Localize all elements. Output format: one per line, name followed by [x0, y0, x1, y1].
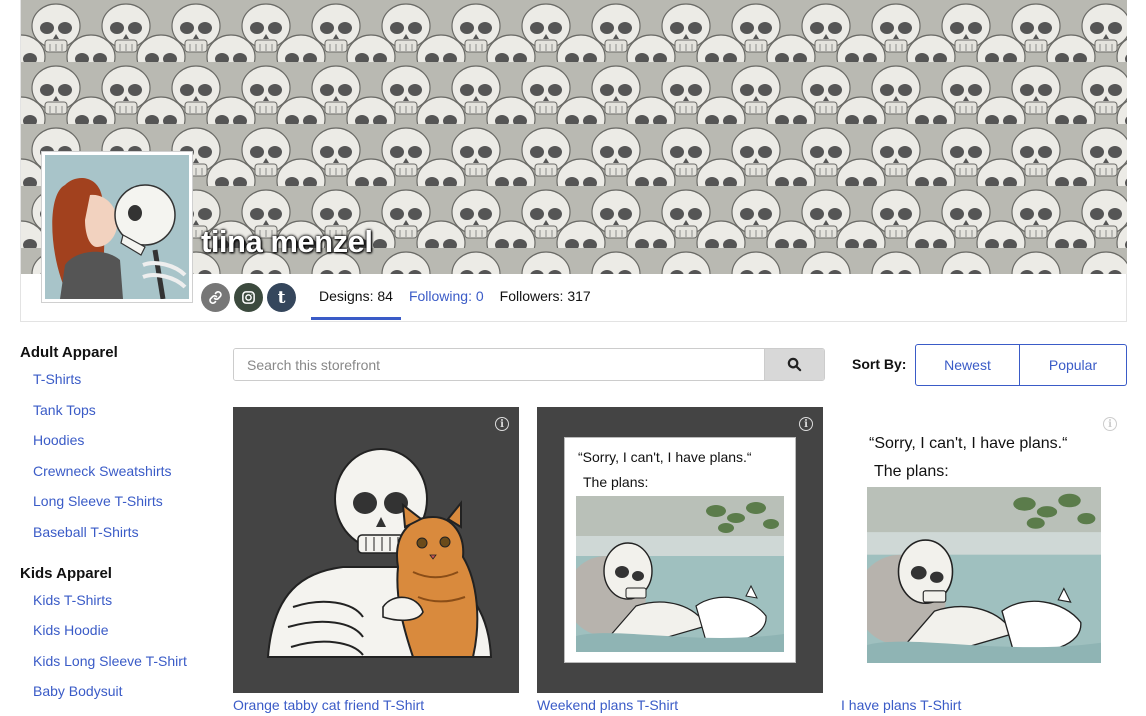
- sidebar-item-hoodies[interactable]: Hoodies: [20, 430, 210, 461]
- product-image[interactable]: “Sorry, I can't, I have plans.“ The plan…: [537, 407, 823, 693]
- tumblr-icon[interactable]: t: [267, 283, 296, 312]
- sidebar-item-baseball-t-shirts[interactable]: Baseball T-Shirts: [20, 522, 210, 553]
- meme-caption-line-2: The plans:: [874, 463, 949, 480]
- adult-apparel-heading: Adult Apparel: [20, 344, 118, 361]
- store-avatar: [42, 152, 192, 302]
- storefront-search: [233, 348, 825, 381]
- product-title[interactable]: I have plans T-Shirt: [841, 697, 1127, 713]
- product-card: “Sorry, I can't, I have plans.“ The plan…: [537, 407, 823, 713]
- search-icon: [787, 357, 802, 372]
- product-title[interactable]: Weekend plans T-Shirt: [537, 697, 823, 713]
- sidebar-item-kids-t-shirts[interactable]: Kids T-Shirts: [20, 590, 210, 621]
- sort-newest-button[interactable]: Newest: [915, 344, 1020, 386]
- category-sidebar: Adult Apparel T-Shirts Tank Tops Hoodies…: [20, 344, 210, 716]
- instagram-icon[interactable]: [234, 283, 263, 312]
- meme-illustration: [576, 496, 784, 652]
- sidebar-item-kids-hoodie[interactable]: Kids Hoodie: [20, 620, 210, 651]
- product-image[interactable]: “Sorry, I can't, I have plans.“ The plan…: [841, 407, 1127, 693]
- sort-by-label: Sort By:: [852, 356, 907, 372]
- sort-popular-button[interactable]: Popular: [1020, 344, 1127, 386]
- meme-caption-line-1: “Sorry, I can't, I have plans.“: [869, 435, 1068, 452]
- link-icon[interactable]: [201, 283, 230, 312]
- adult-apparel-list: T-Shirts Tank Tops Hoodies Crewneck Swea…: [20, 369, 210, 553]
- meme-illustration: [867, 487, 1101, 663]
- meme-caption-line-1: “Sorry, I can't, I have plans.“: [578, 449, 752, 465]
- designs-tab[interactable]: Designs: 84: [311, 278, 401, 320]
- store-header: tiina menzel t Designs: 84 Following: 0 …: [20, 0, 1127, 322]
- sidebar-item-crewneck-sweatshirts[interactable]: Crewneck Sweatshirts: [20, 461, 210, 492]
- tumblr-glyph: t: [277, 287, 286, 308]
- sidebar-item-t-shirts[interactable]: T-Shirts: [20, 369, 210, 400]
- product-card: i Orange tabby cat friend T-Shirt: [233, 407, 519, 713]
- info-icon[interactable]: i: [1103, 417, 1117, 431]
- sidebar-item-long-sleeve-t-shirts[interactable]: Long Sleeve T-Shirts: [20, 491, 210, 522]
- sidebar-item-tank-tops[interactable]: Tank Tops: [20, 400, 210, 431]
- meme-caption-line-2: The plans:: [583, 474, 649, 490]
- sort-toggle: Newest Popular: [915, 344, 1127, 386]
- kids-apparel-heading: Kids Apparel: [20, 564, 112, 582]
- search-input[interactable]: [234, 349, 764, 380]
- sidebar-item-kids-long-sleeve[interactable]: Kids Long Sleeve T-Shirt: [20, 651, 210, 682]
- info-icon[interactable]: i: [799, 417, 813, 431]
- store-name: tiina menzel: [201, 224, 373, 259]
- info-icon[interactable]: i: [495, 417, 509, 431]
- kids-apparel-list: Kids T-Shirts Kids Hoodie Kids Long Slee…: [20, 590, 210, 712]
- product-title[interactable]: Orange tabby cat friend T-Shirt: [233, 697, 519, 713]
- following-tab[interactable]: Following: 0: [401, 278, 492, 320]
- store-stats: Designs: 84 Following: 0 Followers: 317: [311, 278, 599, 322]
- followers-tab[interactable]: Followers: 317: [492, 278, 599, 320]
- search-button[interactable]: [764, 349, 824, 380]
- sidebar-item-baby-bodysuit[interactable]: Baby Bodysuit: [20, 681, 210, 712]
- meme-panel: “Sorry, I can't, I have plans.“ The plan…: [564, 437, 796, 663]
- product-card: “Sorry, I can't, I have plans.“ The plan…: [841, 407, 1127, 713]
- product-image[interactable]: i: [233, 407, 519, 693]
